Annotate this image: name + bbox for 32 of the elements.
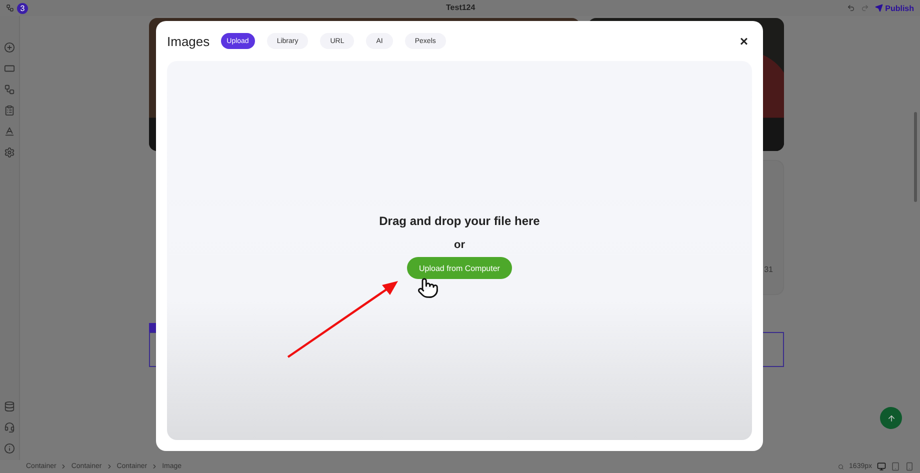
settings-icon[interactable] xyxy=(4,147,15,158)
drop-prompt: Drag and drop your file here xyxy=(379,214,540,228)
clipboard-icon[interactable] xyxy=(4,105,15,116)
tablet-view-icon[interactable] xyxy=(891,462,900,471)
close-button[interactable]: × xyxy=(736,33,752,49)
pointer-cursor-icon xyxy=(417,277,439,299)
desktop-view-icon[interactable] xyxy=(877,462,886,471)
scrollbar-thumb[interactable] xyxy=(914,112,916,202)
scroll-top-button[interactable] xyxy=(880,407,902,429)
text-icon[interactable] xyxy=(4,126,15,137)
redo-icon[interactable] xyxy=(861,4,870,12)
rectangle-icon[interactable] xyxy=(4,63,15,74)
headset-icon[interactable] xyxy=(4,422,15,433)
card-text: 31 xyxy=(764,265,773,274)
database-icon[interactable] xyxy=(4,401,15,412)
phone-view-icon[interactable] xyxy=(905,462,914,471)
logo-icon xyxy=(6,4,14,12)
window-title: Test124 xyxy=(446,3,476,12)
chevron-icon xyxy=(106,463,113,470)
notification-badge: 3 xyxy=(17,2,28,14)
send-icon xyxy=(875,4,884,12)
search-icon xyxy=(838,464,844,470)
drop-zone[interactable]: Drag and drop your file here or Upload from Computer xyxy=(167,61,752,440)
chevron-icon xyxy=(151,463,158,470)
chevron-icon xyxy=(60,463,68,470)
arrow-up-icon xyxy=(886,414,896,422)
dialog-title: Images xyxy=(167,34,210,48)
info-icon[interactable] xyxy=(4,443,15,454)
add-icon[interactable] xyxy=(4,42,15,53)
undo-icon[interactable] xyxy=(847,4,856,12)
components-icon[interactable] xyxy=(4,84,15,95)
separator-text: or xyxy=(454,239,465,251)
